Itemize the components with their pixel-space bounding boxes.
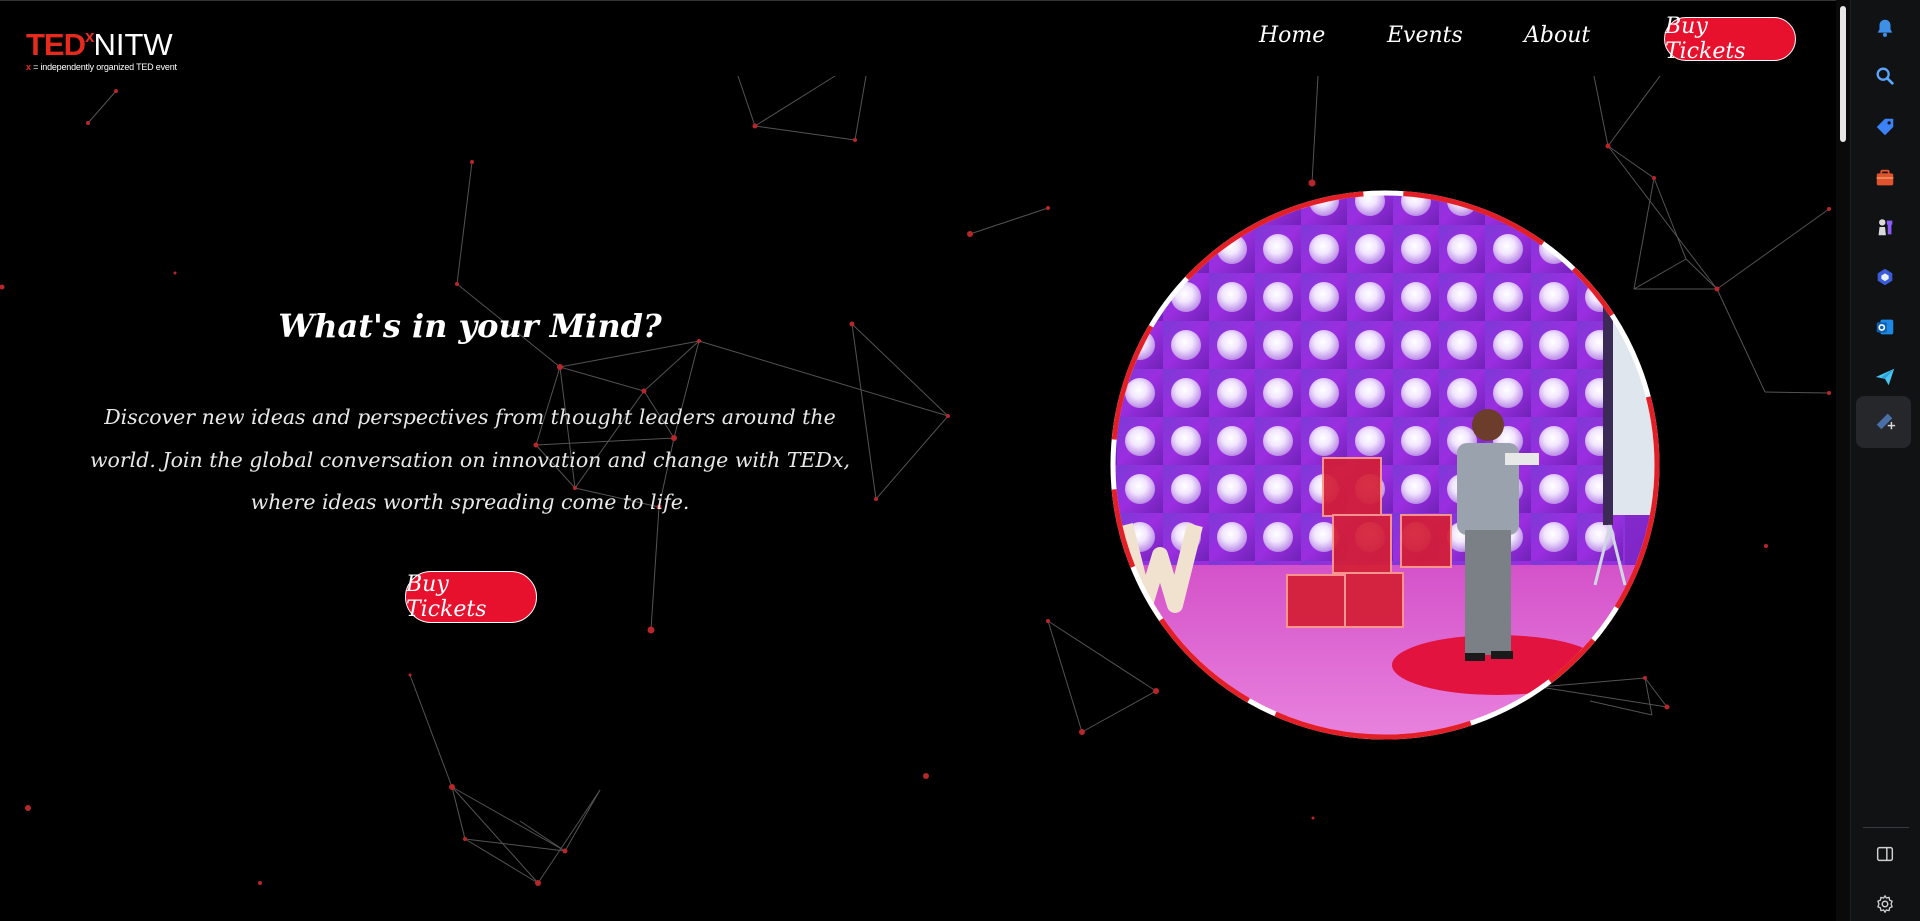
search-icon[interactable]	[1870, 61, 1900, 91]
browser-sidebar	[1850, 0, 1920, 921]
page-scrollbar[interactable]	[1836, 0, 1850, 921]
hero-title: What's in your Mind?	[278, 307, 662, 345]
copilot-icon[interactable]	[1870, 262, 1900, 292]
sidebar-divider	[1863, 827, 1909, 828]
bell-icon[interactable]	[1870, 13, 1900, 43]
scrollbar-thumb[interactable]	[1840, 6, 1846, 142]
hero-buy-tickets-button[interactable]: Buy Tickets	[405, 571, 537, 623]
tag-icon[interactable]	[1870, 112, 1900, 142]
logo-name: NITW	[93, 27, 173, 62]
logo-brand: TED	[26, 27, 86, 62]
header-buy-tickets-button[interactable]: Buy Tickets	[1664, 14, 1796, 64]
tedx-logo[interactable]: TEDxNITW x = independently organized TED…	[26, 21, 177, 72]
nav-home[interactable]: Home	[1259, 23, 1325, 48]
add-icon[interactable]	[1870, 406, 1900, 436]
logo-tagline: x = independently organized TED event	[26, 62, 177, 72]
page-viewport: TEDxNITW x = independently organized TED…	[0, 0, 1836, 921]
nav-about[interactable]: About	[1524, 23, 1590, 48]
hero-stage-photo	[1110, 190, 1660, 740]
send-icon[interactable]	[1870, 362, 1900, 392]
chess-icon[interactable]	[1870, 212, 1900, 242]
briefcase-icon[interactable]	[1870, 163, 1900, 193]
outlook-icon[interactable]	[1870, 312, 1900, 342]
settings-icon[interactable]	[1870, 889, 1900, 919]
hero-description: Discover new ideas and perspectives from…	[89, 405, 851, 514]
nav-events[interactable]: Events	[1387, 23, 1463, 48]
sidebar-toggle-icon[interactable]	[1870, 839, 1900, 869]
